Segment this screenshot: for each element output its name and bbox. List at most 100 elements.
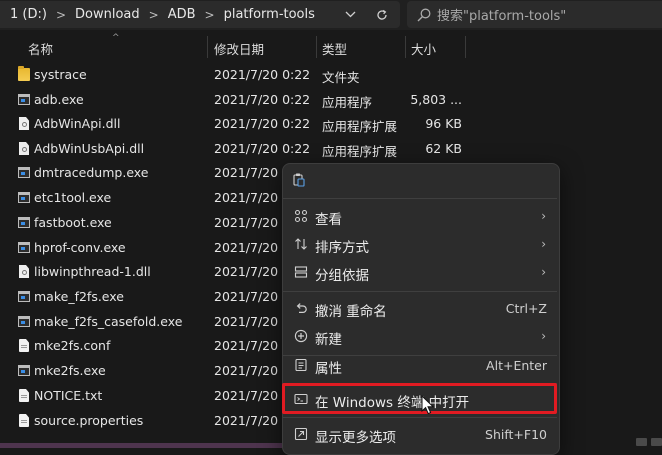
breadcrumb-adb[interactable]: ADB	[168, 7, 196, 22]
new-icon	[293, 329, 309, 345]
file-name: mke2fs.conf	[34, 338, 111, 353]
address-bar[interactable]: 1 (D:) > Download > ADB > platform-tools	[0, 1, 400, 28]
exe-icon	[18, 217, 30, 228]
column-divider[interactable]	[316, 36, 317, 58]
exe-icon	[18, 365, 30, 376]
exe-icon	[18, 291, 30, 302]
address-dropdown-button[interactable]	[336, 1, 364, 28]
file-name: mke2fs.exe	[34, 363, 106, 378]
file-date: 2021/7/20	[214, 215, 279, 230]
file-date: 2021/7/20 0:22	[214, 116, 311, 131]
chevron-right-icon: ›	[541, 265, 546, 279]
file-date: 2021/7/20	[214, 314, 279, 329]
dll-icon	[19, 265, 29, 278]
file-name: systrace	[34, 67, 87, 82]
menu-item-shortcut: Ctrl+Z	[505, 301, 547, 316]
refresh-button[interactable]	[368, 1, 396, 28]
doc-icon	[19, 414, 29, 427]
tiles-view-icon[interactable]	[651, 438, 662, 446]
properties-icon	[293, 358, 309, 374]
chevron-right-icon: ›	[541, 209, 546, 223]
column-size[interactable]: 大小	[411, 39, 436, 58]
taskbar-edge	[0, 443, 282, 448]
menu-divider	[283, 417, 557, 418]
exe-icon	[18, 167, 30, 178]
table-row[interactable]: AdbWinApi.dll 2021/7/20 0:22 应用程序扩展 96 K…	[0, 112, 662, 136]
file-name: source.properties	[34, 413, 144, 428]
table-row[interactable]: adb.exe 2021/7/20 0:22 应用程序 5,803 ...	[0, 88, 662, 112]
breadcrumb-download[interactable]: Download	[75, 7, 140, 22]
menu-item-undo-rename[interactable]: 撤消 重命名 Ctrl+Z	[283, 295, 557, 323]
view-mode-buttons[interactable]	[636, 438, 662, 448]
menu-divider	[283, 291, 557, 292]
menu-item-view[interactable]: 查看 ›	[283, 203, 557, 231]
menu-item-label: 排序方式	[315, 240, 369, 256]
exe-icon	[18, 192, 30, 203]
file-name: AdbWinApi.dll	[34, 116, 121, 131]
file-name: etc1tool.exe	[34, 190, 112, 205]
undo-icon	[293, 301, 309, 317]
details-view-icon[interactable]	[636, 438, 647, 446]
column-name[interactable]: 名称	[28, 39, 53, 58]
file-type: 应用程序扩展	[322, 144, 398, 159]
file-date: 2021/7/20	[214, 413, 279, 428]
paste-button[interactable]	[291, 172, 309, 190]
exe-icon	[18, 316, 30, 327]
file-date: 2021/7/20	[214, 388, 279, 403]
view-grid-icon	[293, 209, 309, 225]
file-name: libwinpthread-1.dll	[34, 264, 151, 279]
file-name: fastboot.exe	[34, 215, 112, 230]
menu-item-properties[interactable]: 属性 Alt+Enter	[283, 352, 557, 380]
column-modified[interactable]: 修改日期	[214, 39, 264, 58]
menu-item-label: 属性	[315, 361, 342, 377]
chevron-right-icon: ›	[541, 329, 546, 343]
file-date: 2021/7/20	[214, 363, 279, 378]
column-divider[interactable]	[405, 36, 406, 58]
dll-icon	[19, 117, 29, 130]
file-size: 96 KB	[425, 116, 462, 131]
breadcrumb-separator: >	[148, 7, 159, 22]
file-date: 2021/7/20 0:22	[214, 67, 311, 82]
file-date: 2021/7/20	[214, 240, 279, 255]
sort-ascending-icon: ^	[112, 33, 120, 43]
search-box[interactable]: 搜索"platform-tools"	[407, 1, 662, 28]
table-row[interactable]: systrace 2021/7/20 0:22 文件夹	[0, 63, 662, 87]
folder-icon	[18, 66, 30, 81]
menu-item-label: 新建	[315, 332, 342, 348]
group-icon	[293, 265, 309, 281]
menu-item-sort[interactable]: 排序方式 ›	[283, 231, 557, 259]
file-date: 2021/7/20 0:22	[214, 141, 311, 156]
breadcrumb-drive[interactable]: 1 (D:)	[10, 7, 47, 22]
doc-icon	[19, 389, 29, 402]
menu-item-shortcut: Shift+F10	[485, 427, 547, 442]
title-bar: 1 (D:) > Download > ADB > platform-tools…	[0, 0, 662, 30]
file-name: AdbWinUsbApi.dll	[34, 141, 145, 156]
file-date: 2021/7/20	[214, 264, 279, 279]
chevron-down-icon	[345, 11, 355, 18]
chevron-right-icon: ›	[541, 237, 546, 251]
file-date: 2021/7/20	[214, 190, 279, 205]
column-type[interactable]: 类型	[322, 39, 347, 58]
doc-icon	[19, 339, 29, 352]
dll-icon	[19, 142, 29, 155]
highlight-box	[282, 383, 557, 414]
menu-item-shortcut: Alt+Enter	[486, 358, 547, 373]
breadcrumb-platform-tools[interactable]: platform-tools	[224, 7, 315, 22]
file-date: 2021/7/20	[214, 165, 279, 180]
column-divider[interactable]	[465, 36, 466, 58]
file-name: make_f2fs_casefold.exe	[34, 314, 183, 329]
column-header: ^ 名称 修改日期 类型 大小	[0, 33, 662, 58]
file-date: 2021/7/20	[214, 289, 279, 304]
menu-item-new[interactable]: 新建 ›	[283, 323, 557, 351]
menu-item-label: 查看	[315, 212, 342, 228]
exe-icon	[18, 242, 30, 253]
menu-item-group[interactable]: 分组依据 ›	[283, 259, 557, 287]
menu-item-show-more-options[interactable]: 显示更多选项 Shift+F10	[283, 421, 557, 449]
file-date: 2021/7/20	[214, 338, 279, 353]
file-type: 应用程序扩展	[322, 119, 398, 134]
file-name: dmtracedump.exe	[34, 165, 149, 180]
column-divider[interactable]	[207, 36, 208, 58]
search-input[interactable]: 搜索"platform-tools"	[437, 5, 566, 24]
table-row[interactable]: AdbWinUsbApi.dll 2021/7/20 0:22 应用程序扩展 6…	[0, 137, 662, 161]
menu-divider	[283, 198, 557, 199]
